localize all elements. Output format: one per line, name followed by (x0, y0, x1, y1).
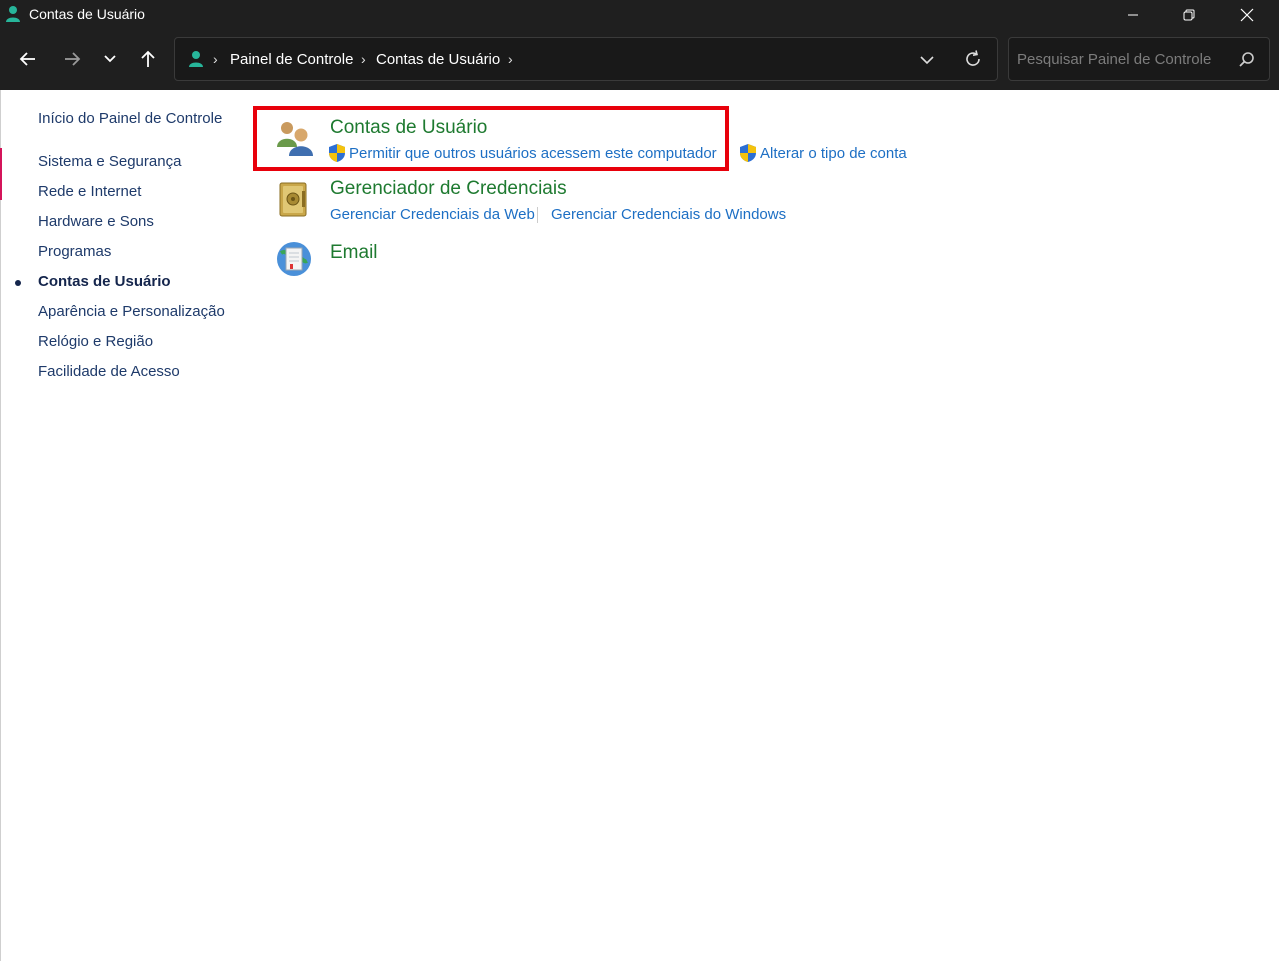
sidebar-home-link[interactable]: Início do Painel de Controle (38, 110, 222, 127)
sidebar-item-aparencia-e-personalizacao[interactable]: Aparência e Personalização (38, 303, 225, 320)
minimize-button[interactable] (1110, 0, 1156, 29)
sidebar-item-facilidade-de-acesso[interactable]: Facilidade de Acesso (38, 363, 180, 380)
forward-button[interactable] (56, 43, 88, 75)
window-border (0, 90, 1, 961)
search-input[interactable] (1017, 48, 1232, 70)
up-button[interactable] (132, 43, 164, 75)
sidebar-item-rede-e-internet[interactable]: Rede e Internet (38, 183, 141, 200)
sidebar-item-contas-de-usuario[interactable]: Contas de Usuário (38, 273, 171, 290)
user-accounts-icon (189, 51, 203, 67)
link-alterar-tipo-de-conta[interactable]: Alterar o tipo de conta (760, 145, 907, 162)
close-icon (1240, 8, 1254, 21)
active-item-bullet (15, 280, 21, 286)
link-gerenciar-credenciais-web[interactable]: Gerenciar Credenciais da Web (330, 206, 535, 223)
search-box[interactable] (1008, 37, 1270, 81)
sidebar-item-programas[interactable]: Programas (38, 243, 111, 260)
sidebar-item-sistema-e-seguranca[interactable]: Sistema e Segurança (38, 153, 181, 170)
link-gerenciar-credenciais-windows[interactable]: Gerenciar Credenciais do Windows (551, 206, 786, 223)
user-accounts-icon (6, 6, 20, 22)
chevron-down-icon[interactable] (917, 50, 937, 70)
forward-arrow-icon (65, 52, 81, 66)
address-bar[interactable]: › Painel de Controle › Contas de Usuário… (174, 37, 998, 81)
category-title-gerenciador-de-credenciais[interactable]: Gerenciador de Credenciais (330, 178, 567, 200)
breadcrumb-separator[interactable]: › (213, 51, 218, 67)
link-separator (537, 207, 538, 223)
sidebar-item-hardware-e-sons[interactable]: Hardware e Sons (38, 213, 154, 230)
title-bar: Contas de Usuário (0, 0, 1279, 29)
chevron-down-icon (104, 55, 116, 63)
search-icon[interactable] (1238, 51, 1256, 69)
window-accent-edge (0, 148, 2, 200)
recent-locations-button[interactable] (94, 43, 126, 75)
restore-icon (1183, 9, 1195, 20)
credential-vault-icon[interactable] (277, 181, 311, 219)
close-button[interactable] (1224, 0, 1270, 29)
up-arrow-icon (141, 50, 155, 67)
breadcrumb-separator[interactable]: › (361, 51, 366, 67)
highlight-annotation (253, 106, 729, 171)
minimize-icon (1128, 14, 1138, 15)
category-title-email[interactable]: Email (330, 242, 378, 264)
breadcrumb-contas-de-usuario[interactable]: Contas de Usuário (376, 51, 500, 68)
sidebar-item-relogio-e-regiao[interactable]: Relógio e Região (38, 333, 153, 350)
window-title: Contas de Usuário (29, 6, 145, 22)
refresh-icon[interactable] (963, 49, 983, 69)
navigation-bar: › Painel de Controle › Contas de Usuário… (0, 29, 1279, 90)
back-button[interactable] (12, 43, 44, 75)
back-arrow-icon (19, 52, 35, 66)
breadcrumb-painel-de-controle[interactable]: Painel de Controle (230, 51, 353, 68)
mail-globe-icon[interactable] (275, 239, 313, 279)
shield-icon (740, 144, 756, 162)
restore-button[interactable] (1166, 0, 1212, 29)
breadcrumb-separator[interactable]: › (508, 51, 513, 67)
